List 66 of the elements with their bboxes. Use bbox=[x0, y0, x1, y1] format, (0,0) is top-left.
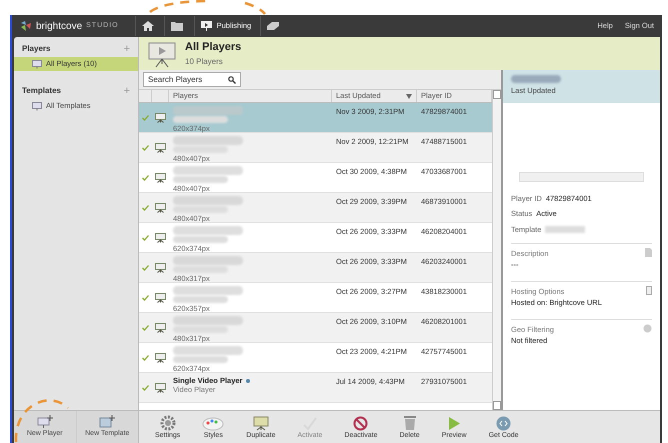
projector-screen-icon bbox=[155, 172, 166, 182]
projector-screen-icon bbox=[155, 382, 166, 392]
check-icon bbox=[142, 114, 149, 120]
blurred-name bbox=[173, 136, 243, 145]
check-icon bbox=[142, 384, 149, 390]
search-icon bbox=[228, 76, 236, 84]
folder-icon bbox=[170, 20, 185, 32]
check-icon bbox=[142, 174, 149, 180]
home-icon bbox=[140, 20, 155, 32]
projector-screen-icon bbox=[252, 416, 269, 430]
status-dot-icon bbox=[246, 378, 250, 382]
projector-screen-icon bbox=[147, 40, 177, 68]
check-icon bbox=[142, 264, 149, 270]
blurred-name bbox=[173, 106, 243, 115]
logo-icon bbox=[20, 20, 32, 32]
scrollbar[interactable] bbox=[492, 90, 501, 410]
gear-icon bbox=[160, 414, 176, 430]
search-field[interactable]: Search Players bbox=[143, 72, 241, 87]
player-count: 10 Players bbox=[185, 56, 224, 68]
server-icon bbox=[646, 286, 652, 295]
blurred-name bbox=[173, 166, 243, 175]
code-icon bbox=[496, 416, 512, 430]
projector-screen-icon bbox=[155, 322, 166, 332]
projector-screen-icon bbox=[155, 232, 166, 242]
blurred-template bbox=[173, 356, 228, 363]
blurred-name bbox=[173, 286, 243, 295]
projector-screen-icon bbox=[155, 292, 166, 302]
sort-icon bbox=[406, 94, 412, 98]
blurred-template bbox=[173, 236, 228, 243]
prohibited-icon bbox=[353, 416, 368, 430]
screen-icon bbox=[32, 102, 42, 110]
blurred-name bbox=[173, 316, 243, 325]
search-input[interactable]: Search Players bbox=[148, 74, 228, 86]
page-title: All Players bbox=[185, 40, 242, 56]
blurred-value bbox=[545, 226, 586, 233]
blurred-name bbox=[173, 346, 243, 355]
check-icon bbox=[142, 354, 149, 360]
blurred-template bbox=[173, 116, 228, 123]
stack-icon bbox=[266, 20, 280, 32]
blurred-template bbox=[173, 176, 228, 183]
blurred-name bbox=[173, 226, 243, 235]
blurred-title bbox=[511, 75, 561, 83]
blurred-name bbox=[173, 256, 243, 265]
check-icon bbox=[142, 294, 149, 300]
document-icon bbox=[645, 248, 652, 257]
section-title: Players bbox=[22, 43, 50, 55]
check-icon bbox=[142, 234, 149, 240]
projector-screen-icon bbox=[200, 20, 213, 32]
globe-icon bbox=[643, 324, 652, 333]
screen-icon bbox=[32, 60, 42, 68]
check-icon bbox=[142, 204, 149, 210]
trash-icon bbox=[402, 414, 417, 430]
section-title: Templates bbox=[22, 85, 61, 97]
projector-screen-icon bbox=[155, 202, 166, 212]
blurred-name bbox=[173, 196, 243, 205]
check-icon bbox=[142, 324, 149, 330]
blurred-template bbox=[173, 296, 228, 303]
projector-screen-icon bbox=[155, 352, 166, 362]
palette-icon bbox=[202, 416, 224, 430]
check-icon bbox=[142, 144, 149, 150]
play-icon bbox=[447, 416, 462, 430]
projector-screen-icon bbox=[155, 112, 166, 122]
add-template-icon bbox=[99, 414, 116, 429]
projector-screen-icon bbox=[155, 262, 166, 272]
add-screen-icon bbox=[36, 414, 53, 429]
projector-screen-icon bbox=[155, 142, 166, 152]
